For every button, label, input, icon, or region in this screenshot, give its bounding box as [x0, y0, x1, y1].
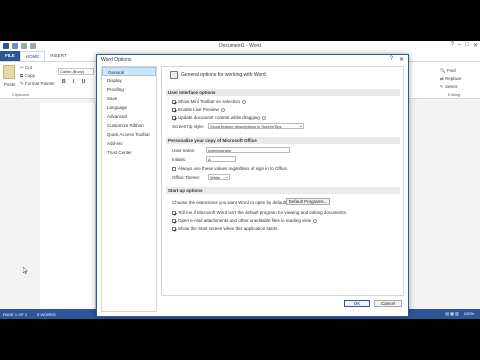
editing-group-label: Editing [448, 92, 461, 97]
find-label: Find [446, 68, 456, 73]
initials-label: Initials: [172, 157, 187, 162]
nav-quick-access-toolbar[interactable]: Quick Access Toolbar [102, 130, 156, 139]
ok-button[interactable]: OK [344, 300, 370, 307]
help-icon[interactable]: ? [451, 42, 454, 49]
option-label: Show Mini Toolbar on selection [178, 99, 240, 104]
copy-button[interactable]: ⧉ Copy [20, 73, 35, 78]
option-reading-view[interactable]: Open e-mail attachments and other unedit… [172, 218, 318, 223]
general-options-icon [170, 71, 178, 79]
option-label: Enable Live Preview [178, 107, 219, 112]
close-icon[interactable]: ✕ [473, 42, 478, 49]
info-icon [261, 115, 266, 120]
nav-trust-center[interactable]: Trust Center [102, 148, 156, 157]
options-nav: General Display Proofing Save Language A… [101, 66, 157, 312]
option-label: Always use these values regardless of si… [178, 166, 288, 171]
option-live-preview[interactable]: Enable Live Preview [172, 107, 225, 112]
option-always-use[interactable]: Always use these values regardless of si… [172, 166, 288, 171]
screentip-row: ScreenTip style: Show feature descriptio… [172, 123, 304, 129]
format-painter-button[interactable]: ✎ Format Painter [20, 81, 55, 87]
nav-proofing[interactable]: Proofing [102, 85, 156, 94]
replace-button[interactable]: ⇄ Replace [440, 76, 462, 82]
option-default-program[interactable]: Tell me if Microsoft Word isn't the defa… [172, 210, 347, 215]
nav-save[interactable]: Save [102, 94, 156, 103]
select-button[interactable]: ↖ Select [440, 84, 458, 90]
screentip-select[interactable]: Show feature descriptions in ScreenTips [208, 123, 304, 129]
checkbox[interactable] [172, 210, 176, 215]
content-header: General options for working with Word. [170, 71, 267, 79]
section-ui-options: User Interface options [166, 89, 400, 96]
tab-file[interactable]: FILE [0, 51, 20, 61]
option-label: Tell me if Microsoft Word isn't the defa… [178, 210, 348, 215]
option-label: Show the Start screen when this applicat… [178, 226, 278, 231]
copy-label: Copy [24, 73, 35, 78]
format-painter-label: Format Painter [25, 81, 55, 86]
cancel-button[interactable]: Cancel [374, 300, 402, 307]
section-startup: Start up options [166, 187, 400, 194]
word-count[interactable]: 0 WORDS [37, 312, 56, 317]
screentip-label: ScreenTip style: [172, 123, 205, 129]
section-personalize: Personalize your copy of Microsoft Offic… [166, 137, 400, 144]
window-title: Document1 - Word [219, 43, 261, 49]
paste-icon[interactable] [3, 65, 15, 79]
office-theme-select[interactable]: White [208, 174, 230, 180]
content-header-text: General options for working with Word. [181, 72, 268, 78]
zoom-level[interactable]: 100% [464, 311, 474, 316]
nav-general[interactable]: General [102, 67, 156, 76]
tab-insert[interactable]: INSERT [45, 51, 71, 61]
checkbox[interactable] [172, 166, 176, 171]
nav-display[interactable]: Display [102, 76, 156, 85]
replace-label: Replace [445, 76, 462, 81]
tab-home[interactable]: HOME [19, 51, 46, 61]
nav-add-ins[interactable]: Add-Ins [102, 139, 156, 148]
option-label: Update document content while dragging [178, 115, 260, 120]
minimize-icon[interactable]: – [458, 42, 461, 49]
info-icon [220, 107, 225, 112]
options-content: General options for working with Word. U… [161, 66, 404, 296]
dialog-help-icon[interactable]: ? [390, 56, 393, 63]
office-theme-label: Office Theme: [172, 174, 201, 180]
cut-label: Cut [25, 65, 33, 70]
nav-language[interactable]: Language [102, 103, 156, 112]
option-mini-toolbar[interactable]: Show Mini Toolbar on selection [172, 99, 246, 104]
page-count[interactable]: PAGE 1 OF 1 [3, 312, 27, 317]
checkbox[interactable] [172, 115, 176, 120]
dialog-controls: ? ✕ [390, 56, 404, 63]
font-format-icons[interactable]: B I U [62, 79, 88, 85]
username-label: User name: [172, 148, 196, 153]
find-button[interactable]: 🔍 Find [440, 68, 456, 74]
initials-input[interactable]: A [206, 156, 236, 162]
office-theme-row: Office Theme: White [172, 174, 230, 180]
cut-button[interactable]: ✂ Cut [20, 65, 32, 71]
maximize-icon[interactable]: □ [465, 42, 469, 49]
checkbox[interactable] [172, 226, 176, 231]
option-label: Open e-mail attachments and other unedit… [178, 218, 312, 223]
checkbox[interactable] [172, 218, 176, 223]
font-name-box[interactable]: Calibri (Body) [58, 68, 94, 75]
default-programs-button[interactable]: Default Programs... [286, 198, 330, 205]
nav-advanced[interactable]: Advanced [102, 112, 156, 121]
document-page[interactable] [40, 103, 96, 309]
option-update-dragging[interactable]: Update document content while dragging [172, 115, 266, 120]
info-icon [313, 218, 318, 223]
paste-label[interactable]: Paste [4, 82, 16, 87]
option-start-screen[interactable]: Show the Start screen when this applicat… [172, 226, 278, 231]
checkbox[interactable] [172, 99, 176, 104]
checkbox[interactable] [172, 107, 176, 112]
username-input[interactable]: Administrator [206, 147, 290, 153]
nav-customize-ribbon[interactable]: Customize Ribbon [102, 121, 156, 130]
screen: Document1 - Word ? – □ ✕ FILE HOME INSER… [0, 41, 480, 319]
word-options-dialog: Word Options ? ✕ General Display Proofin… [96, 54, 409, 317]
select-label: Select [445, 84, 458, 89]
window-controls: ? – □ ✕ [451, 42, 478, 49]
word-title-bar: Document1 - Word ? – □ ✕ [0, 41, 480, 51]
info-icon [241, 99, 246, 104]
clipboard-group-label: Clipboard [12, 92, 30, 97]
mouse-cursor-icon [23, 267, 28, 274]
dialog-title: Word Options [101, 57, 132, 63]
extensions-label: Choose the extensions you want Word to o… [172, 200, 288, 205]
dialog-close-icon[interactable]: ✕ [399, 56, 404, 63]
view-buttons[interactable]: ▤ ▦ ▥ [445, 311, 459, 316]
